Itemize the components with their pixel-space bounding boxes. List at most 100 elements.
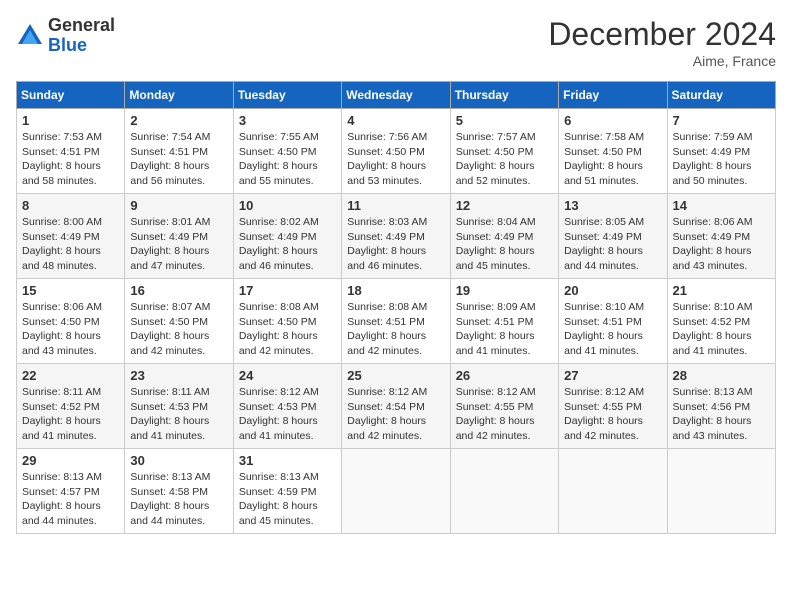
- calendar-cell: [450, 449, 558, 534]
- day-number: 17: [239, 283, 336, 298]
- calendar-cell: 9 Sunrise: 8:01 AMSunset: 4:49 PMDaylight…: [125, 194, 233, 279]
- day-info-line: Sunset: 4:50 PM: [130, 315, 227, 330]
- day-info-line: Sunset: 4:50 PM: [239, 315, 336, 330]
- day-number: 1: [22, 113, 119, 128]
- day-info-line: and 46 minutes.: [347, 259, 444, 274]
- calendar-cell: 10 Sunrise: 8:02 AMSunset: 4:49 PMDayligh…: [233, 194, 341, 279]
- day-content: Sunrise: 8:09 AMSunset: 4:51 PMDaylight:…: [456, 300, 553, 359]
- day-info-line: Daylight: 8 hours: [239, 414, 336, 429]
- day-info-line: Sunrise: 7:56 AM: [347, 130, 444, 145]
- day-number: 8: [22, 198, 119, 213]
- day-info-line: Sunset: 4:49 PM: [673, 145, 770, 160]
- calendar-cell: 25Sunrise: 8:12 AMSunset: 4:54 PMDayligh…: [342, 364, 450, 449]
- day-info-line: Daylight: 8 hours: [347, 414, 444, 429]
- day-info-line: Sunrise: 8:03 AM: [347, 215, 444, 230]
- day-content: Sunrise: 7:58 AMSunset: 4:50 PMDaylight:…: [564, 130, 661, 189]
- day-content: Sunrise: 8:13 AMSunset: 4:57 PMDaylight:…: [22, 470, 119, 529]
- day-content: Sunrise: 7:53 AMSunset: 4:51 PMDaylight:…: [22, 130, 119, 189]
- day-number: 28: [673, 368, 770, 383]
- day-info-line: Sunset: 4:54 PM: [347, 400, 444, 415]
- day-number: 19: [456, 283, 553, 298]
- day-content: Sunrise: 8:01 AMSunset: 4:49 PMDaylight:…: [130, 215, 227, 274]
- day-content: Sunrise: 8:11 AMSunset: 4:53 PMDaylight:…: [130, 385, 227, 444]
- day-info-line: Daylight: 8 hours: [673, 414, 770, 429]
- day-info-line: Daylight: 8 hours: [239, 329, 336, 344]
- day-number: 14: [673, 198, 770, 213]
- day-number: 6: [564, 113, 661, 128]
- weekday-header: Wednesday: [342, 82, 450, 109]
- day-info-line: Sunrise: 8:12 AM: [239, 385, 336, 400]
- calendar-cell: 20 Sunrise: 8:10 AMSunset: 4:51 PMDayligh…: [559, 279, 667, 364]
- logo-text: General Blue: [48, 16, 115, 56]
- day-number: 2: [130, 113, 227, 128]
- day-info-line: Sunset: 4:50 PM: [564, 145, 661, 160]
- day-info-line: Daylight: 8 hours: [22, 159, 119, 174]
- day-number: 20: [564, 283, 661, 298]
- day-content: Sunrise: 8:12 AMSunset: 4:53 PMDaylight:…: [239, 385, 336, 444]
- day-info-line: and 44 minutes.: [22, 514, 119, 529]
- day-content: Sunrise: 8:10 AMSunset: 4:51 PMDaylight:…: [564, 300, 661, 359]
- day-info-line: Sunset: 4:51 PM: [564, 315, 661, 330]
- day-content: Sunrise: 8:08 AMSunset: 4:51 PMDaylight:…: [347, 300, 444, 359]
- day-content: Sunrise: 8:05 AMSunset: 4:49 PMDaylight:…: [564, 215, 661, 274]
- day-info-line: Sunrise: 7:59 AM: [673, 130, 770, 145]
- day-info-line: Daylight: 8 hours: [347, 159, 444, 174]
- day-info-line: Sunrise: 8:08 AM: [347, 300, 444, 315]
- day-info-line: Daylight: 8 hours: [673, 329, 770, 344]
- day-info-line: and 45 minutes.: [456, 259, 553, 274]
- day-number: 11: [347, 198, 444, 213]
- calendar-body: 1 Sunrise: 7:53 AMSunset: 4:51 PMDaylight…: [17, 109, 776, 534]
- day-number: 9: [130, 198, 227, 213]
- day-info-line: and 41 minutes.: [456, 344, 553, 359]
- page-header: General Blue December 2024 Aime, France: [16, 16, 776, 69]
- day-info-line: Sunrise: 8:12 AM: [564, 385, 661, 400]
- day-info-line: Daylight: 8 hours: [130, 329, 227, 344]
- calendar-cell: 14 Sunrise: 8:06 AMSunset: 4:49 PMDayligh…: [667, 194, 775, 279]
- day-info-line: Daylight: 8 hours: [347, 329, 444, 344]
- day-info-line: Daylight: 8 hours: [130, 414, 227, 429]
- calendar-cell: 1 Sunrise: 7:53 AMSunset: 4:51 PMDaylight…: [17, 109, 125, 194]
- day-info-line: Sunset: 4:56 PM: [673, 400, 770, 415]
- day-info-line: Sunset: 4:51 PM: [22, 145, 119, 160]
- day-number: 3: [239, 113, 336, 128]
- day-content: Sunrise: 8:12 AMSunset: 4:55 PMDaylight:…: [456, 385, 553, 444]
- day-info-line: Daylight: 8 hours: [22, 244, 119, 259]
- day-content: Sunrise: 8:03 AMSunset: 4:49 PMDaylight:…: [347, 215, 444, 274]
- day-info-line: Sunset: 4:53 PM: [239, 400, 336, 415]
- logo-general: General: [48, 16, 115, 36]
- day-info-line: Daylight: 8 hours: [564, 244, 661, 259]
- day-info-line: and 42 minutes.: [347, 429, 444, 444]
- day-info-line: Sunrise: 7:54 AM: [130, 130, 227, 145]
- day-info-line: and 44 minutes.: [130, 514, 227, 529]
- calendar-cell: [667, 449, 775, 534]
- day-content: Sunrise: 8:00 AMSunset: 4:49 PMDaylight:…: [22, 215, 119, 274]
- day-info-line: Sunset: 4:55 PM: [564, 400, 661, 415]
- day-content: Sunrise: 8:10 AMSunset: 4:52 PMDaylight:…: [673, 300, 770, 359]
- day-info-line: and 42 minutes.: [564, 429, 661, 444]
- day-info-line: and 58 minutes.: [22, 174, 119, 189]
- day-number: 5: [456, 113, 553, 128]
- day-info-line: Daylight: 8 hours: [564, 329, 661, 344]
- day-number: 7: [673, 113, 770, 128]
- calendar-cell: 2Sunrise: 7:54 AMSunset: 4:51 PMDaylight…: [125, 109, 233, 194]
- day-content: Sunrise: 8:06 AMSunset: 4:49 PMDaylight:…: [673, 215, 770, 274]
- day-info-line: Sunset: 4:52 PM: [22, 400, 119, 415]
- title-section: December 2024 Aime, France: [548, 16, 776, 69]
- day-number: 10: [239, 198, 336, 213]
- day-content: Sunrise: 7:56 AMSunset: 4:50 PMDaylight:…: [347, 130, 444, 189]
- day-info-line: Sunset: 4:50 PM: [22, 315, 119, 330]
- calendar-cell: 30Sunrise: 8:13 AMSunset: 4:58 PMDayligh…: [125, 449, 233, 534]
- day-info-line: Sunset: 4:50 PM: [239, 145, 336, 160]
- day-number: 26: [456, 368, 553, 383]
- calendar-week-row: 8 Sunrise: 8:00 AMSunset: 4:49 PMDaylight…: [17, 194, 776, 279]
- calendar-cell: [559, 449, 667, 534]
- day-info-line: Daylight: 8 hours: [673, 159, 770, 174]
- day-info-line: Sunset: 4:49 PM: [347, 230, 444, 245]
- day-number: 22: [22, 368, 119, 383]
- day-info-line: and 47 minutes.: [130, 259, 227, 274]
- day-info-line: Sunset: 4:58 PM: [130, 485, 227, 500]
- day-info-line: Sunrise: 8:10 AM: [673, 300, 770, 315]
- calendar-cell: 5Sunrise: 7:57 AMSunset: 4:50 PMDaylight…: [450, 109, 558, 194]
- day-info-line: Sunrise: 8:11 AM: [22, 385, 119, 400]
- day-content: Sunrise: 8:02 AMSunset: 4:49 PMDaylight:…: [239, 215, 336, 274]
